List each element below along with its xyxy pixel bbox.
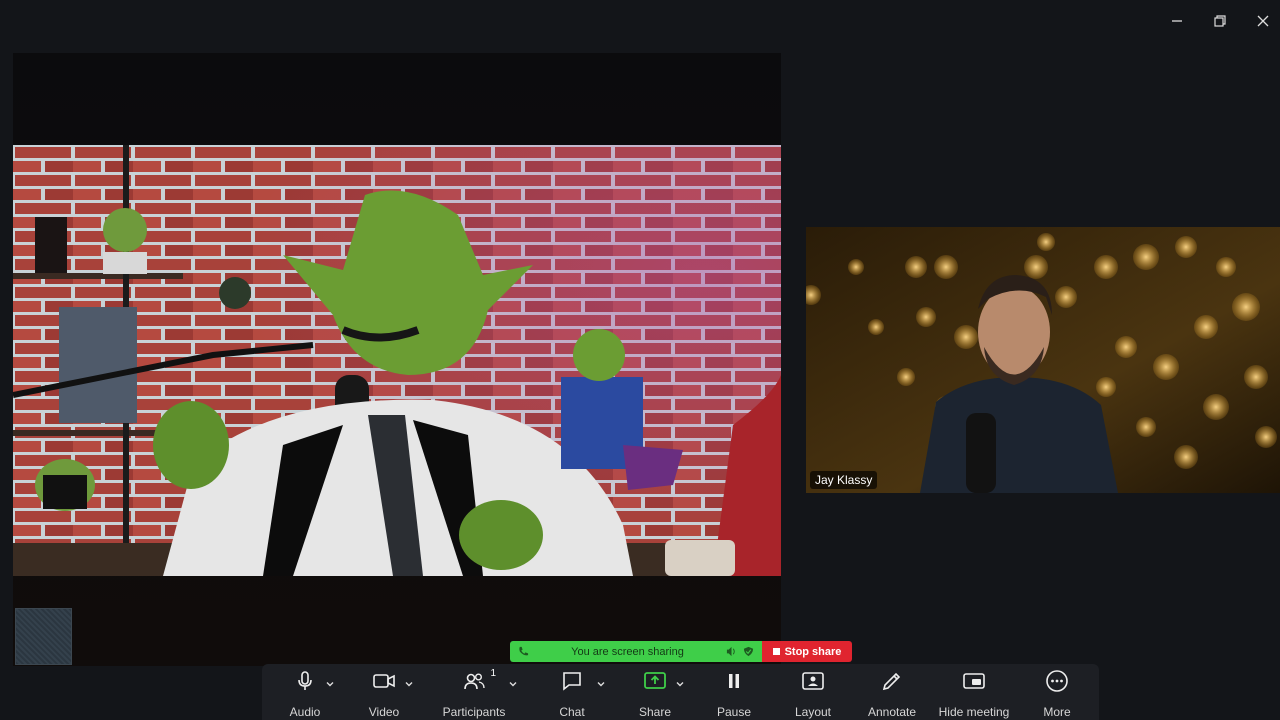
layout-icon xyxy=(802,672,824,690)
hide-meeting-button[interactable]: Hide meeting xyxy=(939,664,1009,720)
audio-label: Audio xyxy=(289,705,321,719)
pause-icon xyxy=(729,674,739,688)
phone-icon xyxy=(519,646,529,656)
chevron-down-icon xyxy=(326,682,334,687)
pause-share-button[interactable]: Pause xyxy=(717,664,751,720)
restore-icon xyxy=(1214,15,1226,27)
chat-icon xyxy=(563,672,581,691)
chat-label: Chat xyxy=(559,705,585,719)
video-label: Video xyxy=(368,705,400,719)
shield-icon[interactable] xyxy=(743,646,754,657)
share-label: Share xyxy=(638,705,672,719)
close-button[interactable] xyxy=(1250,8,1276,34)
stop-share-button[interactable]: Stop share xyxy=(762,641,852,662)
participant-video-image xyxy=(806,227,1280,493)
pencil-icon xyxy=(882,672,901,691)
participant-name-tag: Jay Klassy xyxy=(810,471,878,489)
stop-icon xyxy=(772,648,780,655)
layout-label: Layout xyxy=(794,705,832,719)
participants-label: Participants xyxy=(442,705,506,719)
share-screen-icon xyxy=(644,672,666,689)
participants-button[interactable]: 1 Participants xyxy=(442,664,506,720)
more-icon xyxy=(1046,670,1068,692)
chat-button[interactable]: Chat xyxy=(557,664,587,720)
meeting-window: Jay Klassy You are screen sharing Stop s… xyxy=(0,0,1280,720)
more-label: More xyxy=(1043,705,1071,719)
video-button[interactable]: Video xyxy=(366,664,402,720)
audio-options-caret[interactable] xyxy=(325,676,337,688)
sharing-status-text: You are screen sharing xyxy=(571,645,684,658)
chat-options-caret[interactable] xyxy=(596,676,608,688)
close-icon xyxy=(1257,15,1269,27)
participants-options-caret[interactable] xyxy=(508,676,520,688)
microphone-icon xyxy=(298,671,312,690)
participants-icon xyxy=(464,673,485,690)
chevron-down-icon xyxy=(509,682,517,687)
stop-share-label: Stop share xyxy=(784,645,842,658)
screen-sharing-banner: You are screen sharing Stop share xyxy=(510,641,852,662)
layout-button[interactable]: Layout xyxy=(792,664,834,720)
chevron-down-icon xyxy=(676,682,684,687)
video-options-caret[interactable] xyxy=(404,676,416,688)
chevron-down-icon xyxy=(597,682,605,687)
minimize-button[interactable] xyxy=(1164,8,1190,34)
hide-meeting-label: Hide meeting xyxy=(938,705,1010,719)
annotate-label: Annotate xyxy=(867,705,917,719)
restore-button[interactable] xyxy=(1207,8,1233,34)
self-view-thumbnail[interactable] xyxy=(15,608,72,665)
video-camera-icon xyxy=(373,674,395,688)
audio-button[interactable]: Audio xyxy=(286,664,324,720)
more-button[interactable]: More xyxy=(1042,664,1072,720)
share-options-caret[interactable] xyxy=(675,676,687,688)
meeting-toolbar: Audio Video 1 Participants Chat Share Pa… xyxy=(262,664,1099,720)
shared-video-frame xyxy=(13,145,781,576)
participant-video-tile[interactable]: Jay Klassy xyxy=(806,227,1280,493)
shared-video-image xyxy=(13,145,781,576)
pause-label: Pause xyxy=(716,705,752,719)
participants-count-badge: 1 xyxy=(490,668,496,679)
chevron-down-icon xyxy=(405,682,413,687)
shared-screen xyxy=(13,53,781,666)
share-button[interactable]: Share xyxy=(639,664,671,720)
minimize-icon xyxy=(1172,20,1182,22)
sharing-status-bar[interactable]: You are screen sharing xyxy=(510,641,762,662)
speaker-icon[interactable] xyxy=(726,646,737,657)
annotate-button[interactable]: Annotate xyxy=(866,664,918,720)
hide-meeting-icon xyxy=(963,673,985,689)
